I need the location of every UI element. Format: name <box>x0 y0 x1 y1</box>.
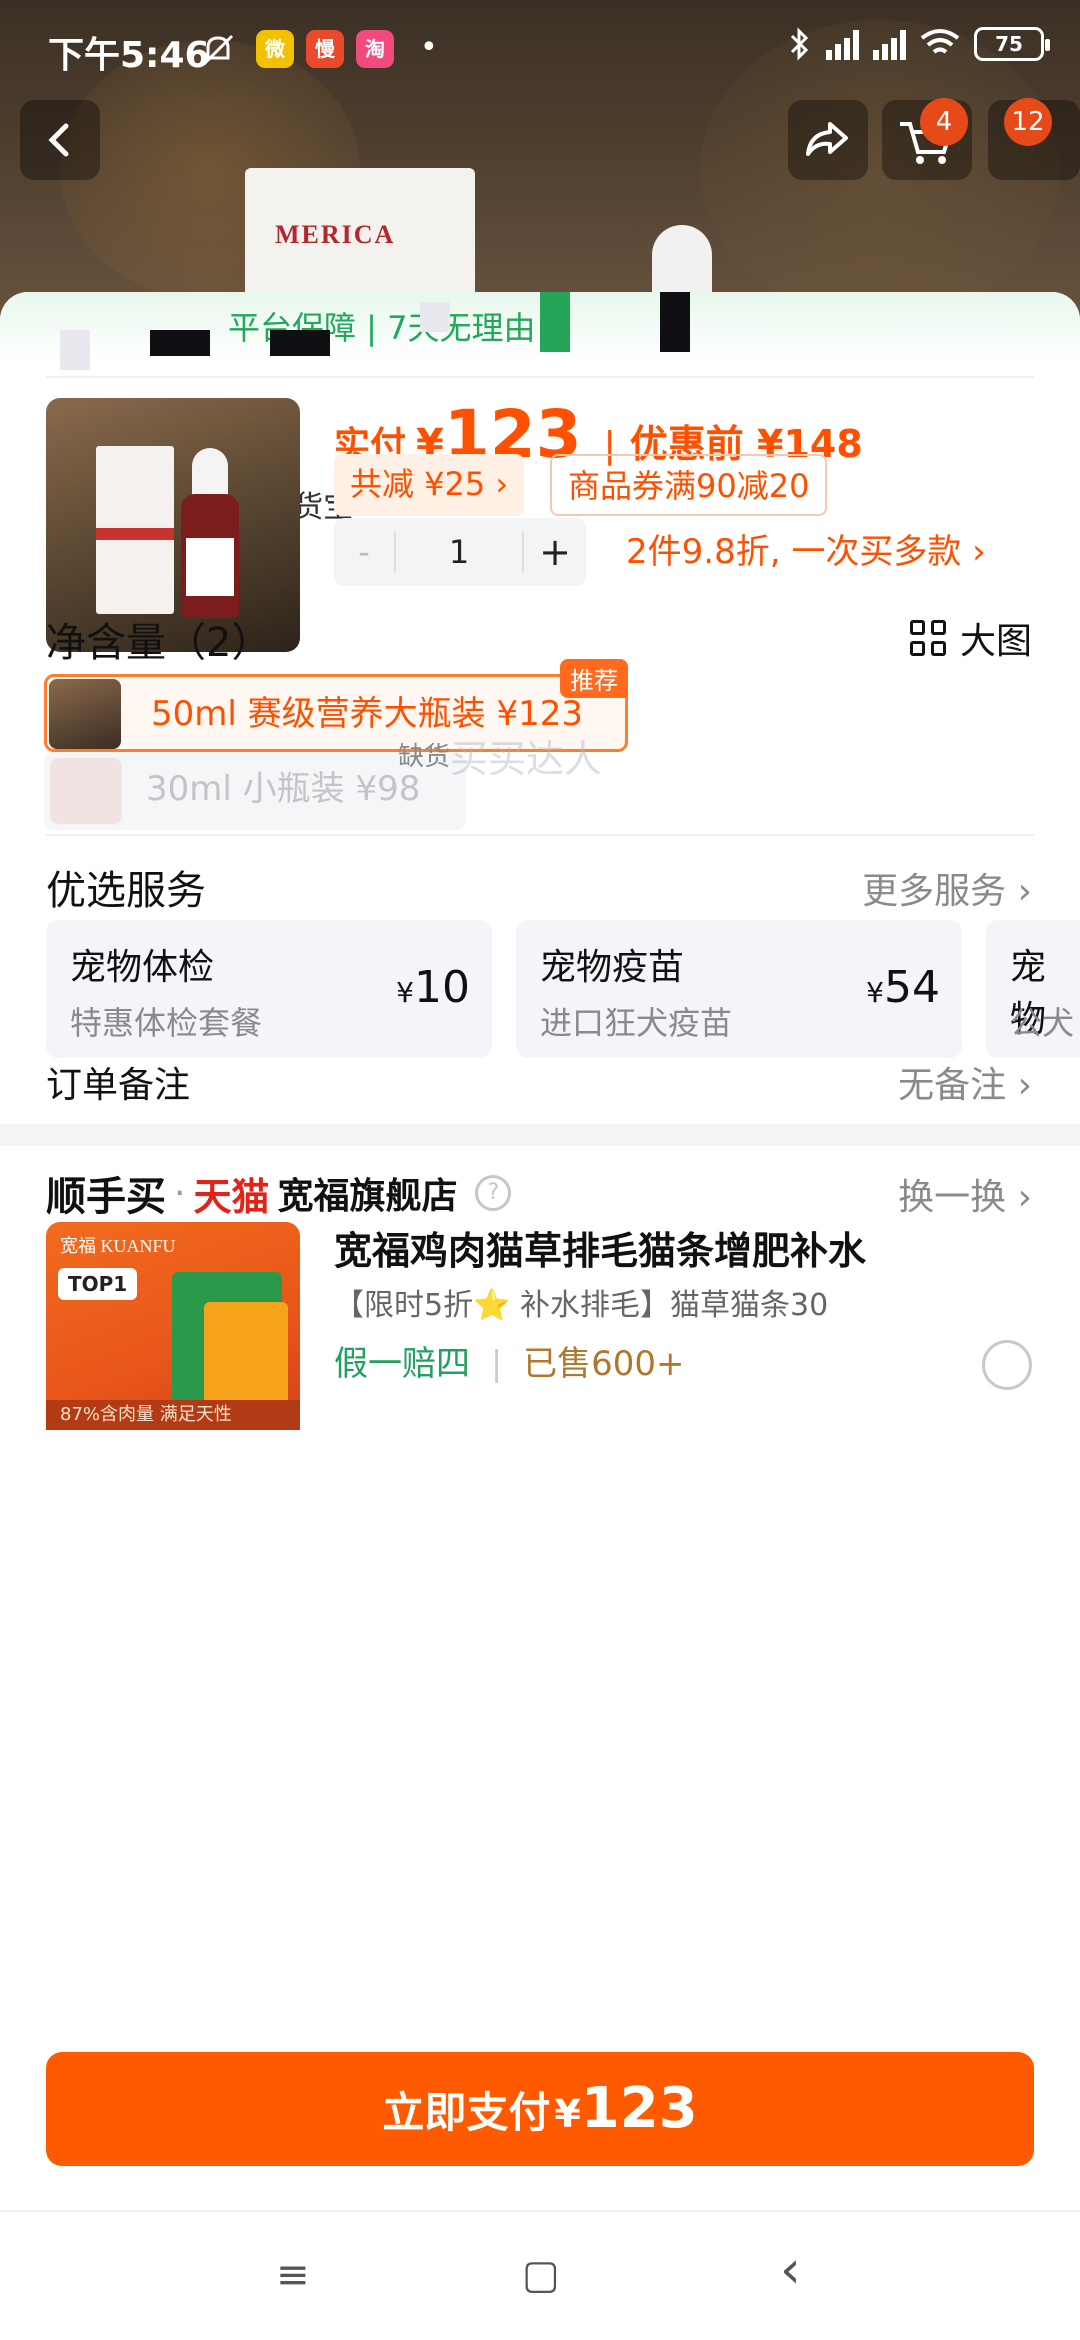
pay-label: 立即支付 <box>382 2088 551 2137</box>
redaction-block <box>60 330 90 360</box>
guarantee-tag: 假一赔四 <box>334 1344 470 1384</box>
share-icon <box>806 122 848 156</box>
quantity-stepper: - 1 + <box>334 518 586 586</box>
service-card-vaccine[interactable]: 宠物疫苗 进口狂犬疫苗 ¥54 <box>516 920 962 1058</box>
quantity-minus-button[interactable]: - <box>334 518 394 586</box>
help-icon[interactable]: ? <box>475 1175 512 1211</box>
recommend-thumbnail[interactable]: 宽福 KUANFU TOP1 87%含肉量 满足天性 <box>46 1222 300 1430</box>
thumb-bottom-text: 87%含肉量 满足天性 <box>46 1400 300 1430</box>
messages-button[interactable]: 12 <box>988 98 1080 180</box>
order-note-value[interactable]: 无备注 › <box>898 1056 1032 1108</box>
pay-amount: 123 <box>580 2076 698 2141</box>
redaction-block <box>660 292 690 352</box>
thumb-top-badge: TOP1 <box>58 1268 138 1300</box>
thumb-cap <box>192 448 228 498</box>
bluetooth-icon <box>790 27 809 61</box>
status-indicators: 75 <box>788 26 1050 62</box>
mute-icon <box>202 34 234 66</box>
home-icon[interactable]: ▢ <box>522 2252 560 2298</box>
redaction-block <box>150 330 210 356</box>
big-image-toggle[interactable]: 大图 <box>909 612 1032 664</box>
multi-buy-link[interactable]: 2件9.8折, 一次买多款 › <box>626 524 986 573</box>
recommend-badge: 推荐 <box>560 659 628 698</box>
cart-button[interactable]: 4 <box>882 98 972 180</box>
quantity-value[interactable]: 1 <box>394 532 524 572</box>
recommend-title[interactable]: 宽福鸡肉猫草排毛猫条增肥补水 <box>334 1220 866 1275</box>
grid-icon <box>909 620 946 656</box>
spec-title: 净含量（2） <box>46 620 272 666</box>
signal-icon <box>873 28 906 60</box>
redaction-block <box>270 330 330 356</box>
recommend-description: 【限时5折⭐ 补水排毛】猫草猫条30 <box>334 1288 829 1323</box>
thumb-label <box>186 538 234 596</box>
discount-total-tag[interactable]: 共减 ¥25 › <box>334 454 525 516</box>
option-label: 30ml 小瓶装 ¥98 <box>146 769 421 809</box>
weibo-icon: 微 <box>256 30 294 68</box>
hero-product-box: MERICA <box>245 168 475 308</box>
service-price: ¥54 <box>866 962 940 1013</box>
recommend-select-radio[interactable] <box>982 1340 1032 1390</box>
watermark: 买买达人 <box>450 737 603 781</box>
cart-count-badge: 4 <box>920 98 968 146</box>
hero-brand: MERICA <box>275 220 396 249</box>
services-title: 优选服务 <box>46 868 206 914</box>
service-subtitle: 特惠体检套餐 <box>70 1004 263 1042</box>
coupon-tag[interactable]: 商品券满90减20 <box>550 454 828 516</box>
back-icon[interactable]: ‹ <box>780 2240 801 2300</box>
chevron-left-icon <box>48 123 69 157</box>
shop-name[interactable]: 宽福旗舰店 <box>277 1167 457 1219</box>
share-button[interactable] <box>788 100 868 180</box>
system-navigation-bar: ≡ ▢ ‹ <box>0 2210 1080 2340</box>
message-count-badge: 12 <box>1004 98 1052 146</box>
section-gap <box>0 1124 1080 1146</box>
swap-link[interactable]: 换一换 › <box>898 1168 1032 1220</box>
order-note-label: 订单备注 <box>46 1065 191 1106</box>
out-of-stock-label: 缺货 <box>398 742 451 772</box>
status-bar: 下午5:46 微 慢 淘 • 75 <box>0 0 1080 100</box>
redaction-block <box>540 292 570 352</box>
checkout-sheet: 平台保障 | 7天无理由 快递 包邮 · 退货宝 实付 ¥ 123 | 优惠前 … <box>0 292 1080 2340</box>
quantity-plus-button[interactable]: + <box>524 518 586 586</box>
recommend-tags: 假一赔四 | 已售600+ <box>334 1336 684 1385</box>
thumb-brand: 宽福 KUANFU <box>60 1236 176 1256</box>
option-thumbnail <box>50 758 122 824</box>
pay-currency: ¥ <box>554 2092 581 2136</box>
tag-separator: | <box>490 1344 503 1384</box>
service-title: 宠物疫苗 <box>540 947 685 988</box>
tmall-logo: 天猫 <box>193 1174 270 1219</box>
back-button[interactable] <box>20 100 100 180</box>
service-card-partial[interactable]: 宠物 公犬 <box>986 920 1080 1058</box>
service-subtitle: 进口狂犬疫苗 <box>540 1004 733 1042</box>
sold-count: 已售600+ <box>523 1344 685 1384</box>
pay-now-button[interactable]: 立即支付 ¥123 <box>46 2052 1034 2166</box>
thumb-stripe <box>96 528 174 540</box>
service-card-checkup[interactable]: 宠物体检 特惠体检套餐 ¥10 <box>46 920 492 1058</box>
menu-icon[interactable]: ≡ <box>276 2252 310 2298</box>
big-image-label: 大图 <box>959 621 1032 662</box>
redaction-block <box>420 302 450 332</box>
recommend-shop-line: 顺手买 · 天猫 宽福旗舰店 ? <box>46 1164 512 1222</box>
service-title: 宠物体检 <box>70 947 215 988</box>
divider <box>46 834 1034 836</box>
taobao-icon: 淘 <box>356 30 394 68</box>
manman-icon: 慢 <box>306 30 344 68</box>
battery-icon: 75 <box>974 27 1050 61</box>
divider <box>46 376 1034 378</box>
service-subtitle: 公犬 <box>1010 1004 1075 1042</box>
service-price: ¥10 <box>396 962 470 1013</box>
dot-separator: · <box>174 1172 186 1214</box>
status-dot: • <box>420 30 438 65</box>
shunshoumai-logo: 顺手买 <box>46 1174 166 1220</box>
signal-icon <box>826 28 859 60</box>
status-time: 下午5:46 <box>48 35 210 76</box>
more-services-link[interactable]: 更多服务 › <box>862 862 1032 914</box>
option-thumbnail <box>49 679 121 749</box>
wifi-icon <box>920 29 960 54</box>
